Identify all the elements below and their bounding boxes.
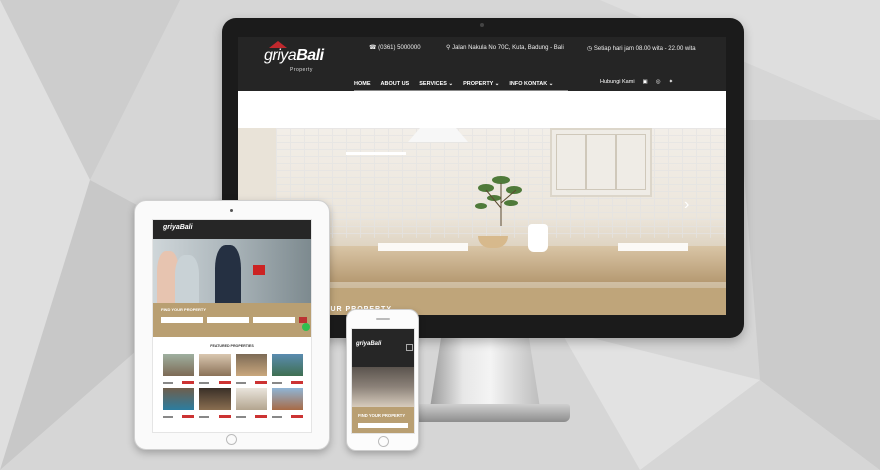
nav-item-services-label: SERVICES — [419, 81, 447, 87]
logo-subtitle: Property — [290, 67, 313, 73]
kitchen-shelf — [346, 152, 406, 155]
phone-hero — [352, 367, 414, 407]
nav-item-about-us[interactable]: ABOUT US — [381, 81, 410, 87]
header-spacer — [238, 91, 726, 128]
contact-us-link[interactable]: Hubungi Kami — [600, 79, 635, 85]
youtube-icon[interactable]: ▣ — [643, 79, 648, 85]
nav-item-property-label: PROPERTY — [463, 81, 494, 87]
logo-brand-bold: Bali — [296, 47, 324, 64]
camera-icon — [480, 23, 484, 27]
speaker-grille — [376, 318, 390, 320]
home-button — [226, 434, 237, 445]
phone-header: griyaBali — [352, 329, 414, 367]
tablet-search-panel: FIND YOUR PROPERTY — [153, 303, 311, 337]
contact-address: ⚲ Jalan Nakula No 70C, Kuta, Badung - Ba… — [446, 44, 564, 51]
chevron-down-icon: ⌄ — [494, 81, 500, 87]
property-card[interactable] — [235, 388, 267, 418]
home-button — [378, 436, 389, 447]
phone-logo-brand-bold: Bali — [370, 341, 382, 347]
property-card[interactable] — [199, 388, 231, 418]
featured-grid — [163, 354, 303, 418]
search-field[interactable] — [358, 423, 408, 428]
phone-number: (0361) 5000000 — [378, 45, 421, 51]
main-nav: HOME ABOUT US SERVICES ⌄ PROPERTY ⌄ INFO… — [354, 81, 553, 87]
tablet-logo-brand: griya — [163, 224, 180, 231]
imac-stand-base — [412, 404, 570, 422]
instagram-icon[interactable]: ◎ — [656, 79, 661, 85]
property-card[interactable] — [163, 354, 195, 384]
property-card[interactable] — [163, 388, 195, 418]
search-field[interactable] — [207, 317, 249, 323]
imac-stand — [430, 338, 540, 408]
nav-item-info-kontak[interactable]: INFO KONTAK ⌄ — [509, 81, 553, 87]
phone-logo-brand: griya — [356, 341, 371, 347]
phone-website-screen: griyaBali FIND YOUR PROPERTY — [351, 328, 415, 434]
chevron-down-icon: ⌄ — [548, 81, 554, 87]
contact-phone: ☎ (0361) 5000000 — [369, 44, 421, 51]
property-card[interactable] — [271, 354, 303, 384]
hours-text: Setiap hari jam 08.00 wita - 22.00 wita — [593, 46, 696, 52]
search-field[interactable] — [161, 317, 203, 323]
clock-icon: ◷ — [587, 46, 593, 52]
site-logo[interactable]: griyaBali — [264, 47, 324, 65]
tablet-find-title: FIND YOUR PROPERTY — [161, 307, 207, 312]
plant-illustration — [475, 176, 522, 226]
tablet-hero — [153, 239, 311, 303]
phone-search-panel: FIND YOUR PROPERTY — [352, 407, 414, 433]
camera-icon — [230, 209, 233, 212]
search-field[interactable] — [253, 317, 295, 323]
property-card[interactable] — [235, 354, 267, 384]
tablet-logo-brand-bold: Bali — [179, 224, 193, 231]
property-card[interactable] — [271, 388, 303, 418]
property-card[interactable] — [199, 354, 231, 384]
nav-item-home[interactable]: HOME — [354, 81, 371, 87]
nav-item-info-kontak-label: INFO KONTAK — [509, 81, 548, 87]
logo-brand: griya — [264, 47, 297, 64]
chevron-right-icon[interactable]: › — [684, 196, 689, 214]
table-runner — [618, 243, 688, 251]
iphone-frame: griyaBali FIND YOUR PROPERTY — [346, 309, 419, 451]
table-runner — [378, 243, 468, 251]
twitter-icon[interactable]: ✦ — [669, 79, 674, 85]
nav-item-property[interactable]: PROPERTY ⌄ — [463, 81, 499, 87]
tablet-header: griyaBali — [153, 220, 311, 239]
pitcher — [528, 224, 548, 252]
phone-logo[interactable]: griyaBali — [356, 341, 381, 347]
header-right: Hubungi Kami ▣ ◎ ✦ — [600, 79, 673, 85]
map-pin-icon: ⚲ — [446, 45, 451, 51]
site-header: griyaBali Property ☎ (0361) 5000000 ⚲ Ja… — [238, 37, 726, 91]
tablet-logo[interactable]: griyaBali — [163, 224, 193, 231]
menu-icon[interactable] — [406, 344, 413, 351]
whatsapp-icon[interactable] — [302, 323, 310, 331]
featured-title: FEATURED PROPERTIES — [210, 344, 254, 348]
tablet-website-screen: griyaBali FIND YOUR PROPERTY FEATURED PR… — [152, 219, 312, 433]
ipad-frame: griyaBali FIND YOUR PROPERTY FEATURED PR… — [134, 200, 330, 450]
kitchen-counter — [318, 246, 726, 282]
address-text: Jalan Nakula No 70C, Kuta, Badung - Bali — [452, 45, 564, 51]
nav-item-services[interactable]: SERVICES ⌄ — [419, 81, 453, 87]
for-sale-sign — [253, 265, 265, 275]
phone-icon: ☎ — [369, 45, 377, 51]
kitchen-cabinet — [550, 128, 652, 197]
chevron-down-icon: ⌄ — [448, 81, 454, 87]
contact-hours: ◷ Setiap hari jam 08.00 wita - 22.00 wit… — [587, 44, 705, 55]
phone-find-title: FIND YOUR PROPERTY — [358, 413, 406, 418]
